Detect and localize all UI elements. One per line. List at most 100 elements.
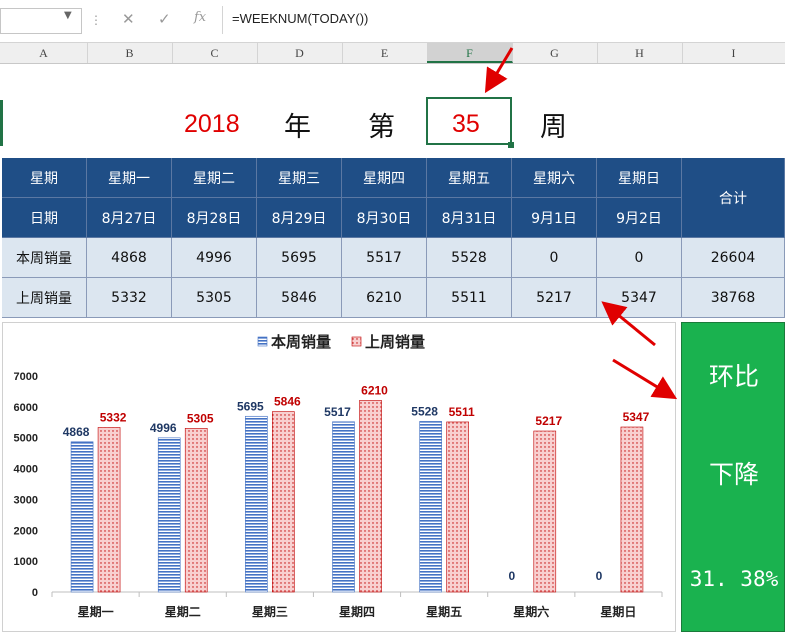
last-week-bar <box>620 426 644 593</box>
last-week-value-cell[interactable]: 5217 <box>512 278 597 318</box>
column-header-b[interactable]: B <box>87 43 173 63</box>
data-label: 5846 <box>274 395 301 409</box>
di-char[interactable]: 第 <box>368 105 395 144</box>
last-week-value-cell[interactable]: 5347 <box>597 278 682 318</box>
weekday-cell[interactable]: 星期一 <box>87 158 172 198</box>
row1-header-cell[interactable]: 星期 <box>2 158 87 198</box>
legend-label-this-week: 本周销量 <box>271 333 331 351</box>
x-tick-label: 星期一 <box>78 604 114 619</box>
this-week-value-cell[interactable]: 5517 <box>342 238 427 278</box>
enter-icon[interactable]: ✓ <box>158 10 171 28</box>
this-week-value-cell[interactable]: 5695 <box>257 238 342 278</box>
date-cell[interactable]: 8月29日 <box>257 198 342 238</box>
fill-handle[interactable] <box>508 142 514 148</box>
data-label: 5347 <box>623 410 650 424</box>
x-tick-label: 星期三 <box>252 604 288 619</box>
ratio-label-2: 下降 <box>708 460 759 489</box>
data-label: 5517 <box>324 405 351 419</box>
y-tick-label: 1000 <box>14 556 38 568</box>
ratio-value: 31. 38% <box>689 567 779 591</box>
date-cell[interactable]: 8月28日 <box>172 198 257 238</box>
last-week-bar <box>184 428 208 593</box>
cancel-icon[interactable]: ✕ <box>122 10 135 28</box>
chevron-down-icon[interactable]: ▼ <box>64 10 72 21</box>
date-cell[interactable]: 9月1日 <box>512 198 597 238</box>
x-tick-label: 星期五 <box>426 604 462 619</box>
this-week-bar <box>332 421 355 593</box>
this-week-value-cell[interactable]: 0 <box>512 238 597 278</box>
this-week-bar <box>157 437 181 593</box>
y-tick-label: 7000 <box>14 371 38 383</box>
date-cell[interactable]: 8月30日 <box>342 198 427 238</box>
data-label: 5528 <box>411 404 438 418</box>
data-label: 5511 <box>449 405 475 419</box>
last-week-label-cell[interactable]: 上周销量 <box>2 278 87 318</box>
date-cell[interactable]: 8月31日 <box>427 198 512 238</box>
this-week-value-cell[interactable]: 5528 <box>427 238 512 278</box>
week-number-value: 35 <box>452 110 480 138</box>
y-tick-label: 2000 <box>14 525 38 537</box>
row-selection-indicator <box>0 100 3 146</box>
column-header-f[interactable]: F <box>427 43 513 63</box>
column-header-e[interactable]: E <box>342 43 428 63</box>
last-week-bar <box>446 421 469 593</box>
data-label: 0 <box>596 569 603 583</box>
column-header-d[interactable]: D <box>257 43 343 63</box>
y-tick-label: 6000 <box>14 402 38 414</box>
year-value[interactable]: 2018 <box>184 110 240 139</box>
data-label: 5332 <box>100 410 127 424</box>
this-week-value-cell[interactable]: 0 <box>597 238 682 278</box>
last-week-value-cell[interactable]: 6210 <box>342 278 427 318</box>
total-header-cell[interactable]: 合计 <box>682 158 785 238</box>
ratio-label-1: 环比 <box>708 362 759 391</box>
data-label: 4868 <box>63 425 90 439</box>
weekday-cell[interactable]: 星期五 <box>427 158 512 198</box>
last-week-value-cell[interactable]: 5846 <box>257 278 342 318</box>
last-week-value-cell[interactable]: 5511 <box>427 278 512 318</box>
last-week-bar <box>272 411 295 593</box>
x-tick-label: 星期六 <box>513 604 549 619</box>
this-week-bar <box>70 441 94 593</box>
weekday-cell[interactable]: 星期四 <box>342 158 427 198</box>
column-header-g[interactable]: G <box>512 43 598 63</box>
column-header-c[interactable]: C <box>172 43 258 63</box>
date-cell[interactable]: 8月27日 <box>87 198 172 238</box>
column-header-a[interactable]: A <box>0 43 88 63</box>
weekday-cell[interactable]: 星期日 <box>597 158 682 198</box>
this-week-value-cell[interactable]: 4868 <box>87 238 172 278</box>
this-week-bar <box>419 421 442 593</box>
column-header-i[interactable]: I <box>682 43 785 63</box>
weekday-cell[interactable]: 星期三 <box>257 158 342 198</box>
weekday-cell[interactable]: 星期二 <box>172 158 257 198</box>
last-week-bar <box>533 430 557 593</box>
sales-bar-chart: 0 1000 2000 3000 4000 5000 6000 7000 星期一 4868 5332… <box>14 333 663 619</box>
this-week-total-cell[interactable]: 26604 <box>682 238 785 278</box>
last-week-value-cell[interactable]: 5332 <box>87 278 172 318</box>
date-cell[interactable]: 9月2日 <box>597 198 682 238</box>
x-tick-label: 星期日 <box>600 604 636 619</box>
y-tick-label: 0 <box>32 587 38 599</box>
weekday-cell[interactable]: 星期六 <box>512 158 597 198</box>
legend-swatch-this-week <box>257 336 268 347</box>
data-label: 0 <box>508 569 515 583</box>
legend-label-last-week: 上周销量 <box>365 333 425 351</box>
ratio-panel[interactable]: 环比 下降 31. 38% <box>681 322 785 632</box>
data-label: 5217 <box>535 414 562 428</box>
year-char[interactable]: 年 <box>284 105 311 144</box>
last-week-total-cell[interactable]: 38768 <box>682 278 785 318</box>
drag-handle-icon[interactable]: ⋮ <box>90 8 102 32</box>
data-label: 5695 <box>237 399 264 413</box>
legend-swatch-last-week <box>351 336 362 347</box>
x-tick-label: 星期二 <box>165 604 201 619</box>
last-week-bar <box>359 400 382 593</box>
this-week-bar <box>245 415 268 593</box>
this-week-value-cell[interactable]: 4996 <box>172 238 257 278</box>
row2-header-cell[interactable]: 日期 <box>2 198 87 238</box>
week-char[interactable]: 周 <box>540 105 567 144</box>
column-header-h[interactable]: H <box>597 43 683 63</box>
formula-text: =WEEKNUM(TODAY()) <box>232 11 369 26</box>
this-week-label-cell[interactable]: 本周销量 <box>2 238 87 278</box>
insert-function-icon[interactable]: fx <box>194 10 206 25</box>
y-tick-label: 3000 <box>14 494 38 506</box>
last-week-value-cell[interactable]: 5305 <box>172 278 257 318</box>
